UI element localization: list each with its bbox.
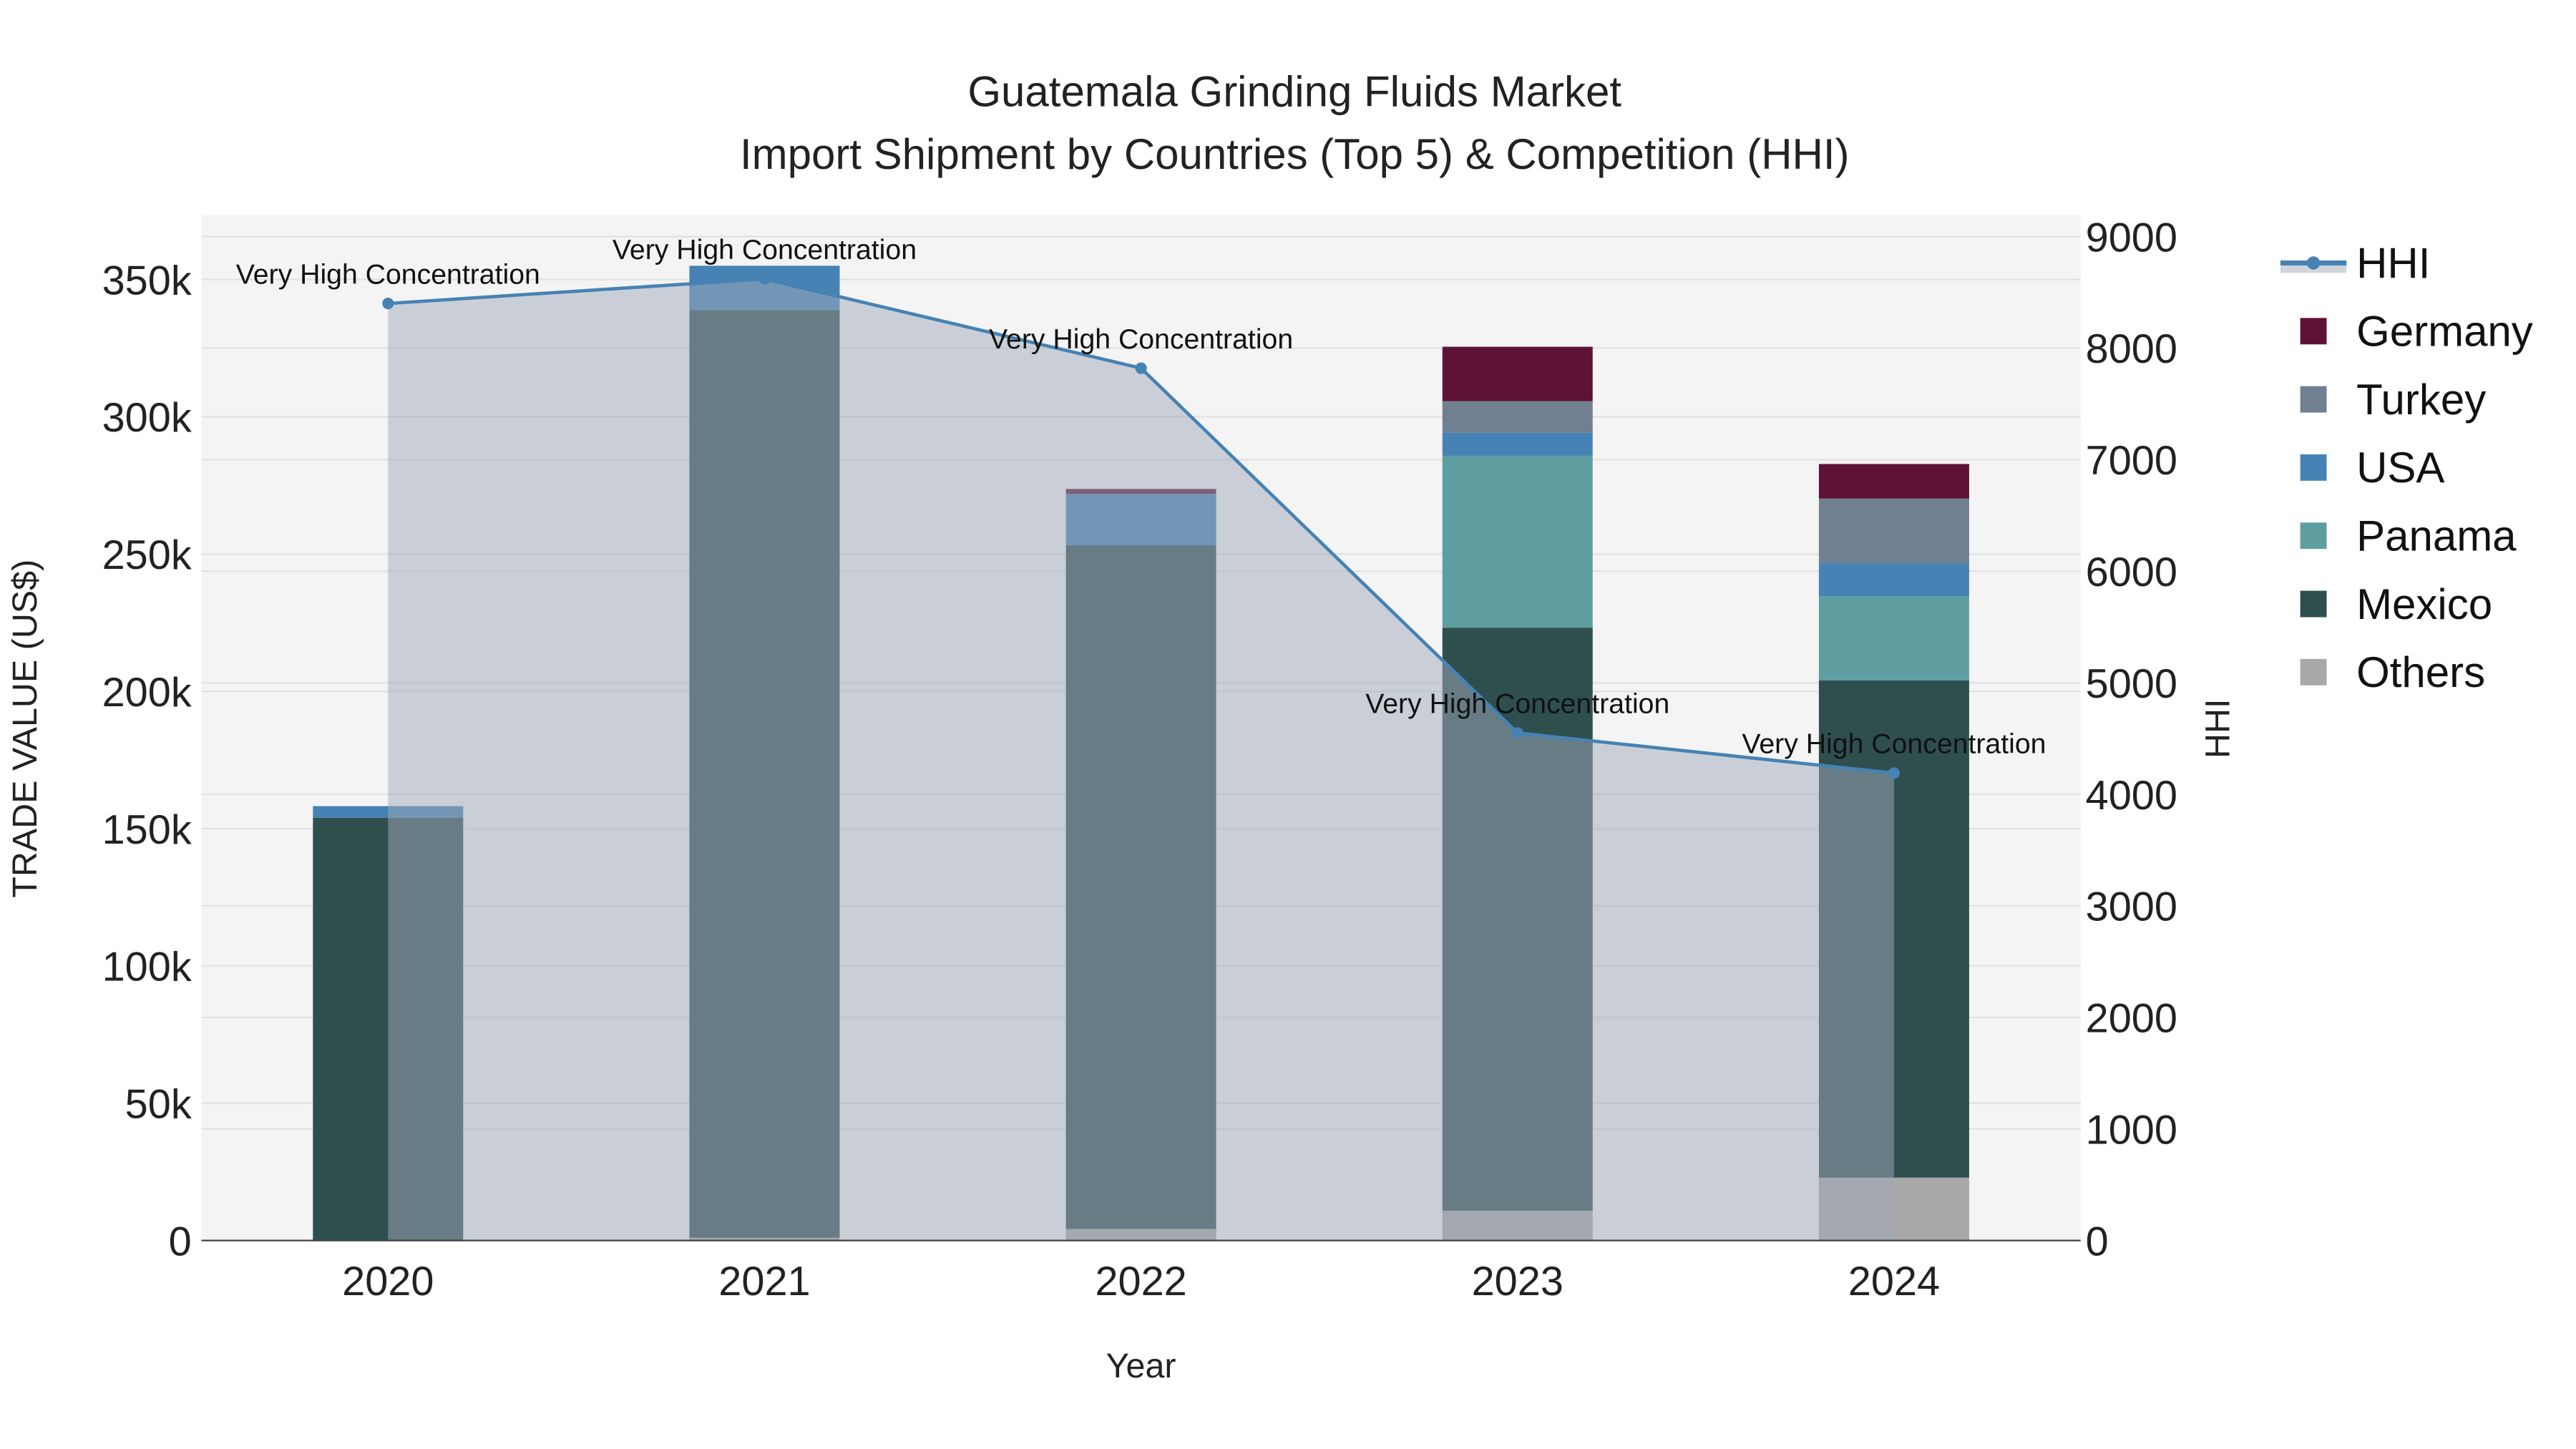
legend-swatch-usa bbox=[2300, 454, 2327, 481]
hhi-point-2022 bbox=[1135, 362, 1147, 374]
legend-label-usa: USA bbox=[2356, 444, 2444, 492]
y2-tick-label: 1000 bbox=[2086, 1108, 2177, 1153]
y2-tick-label: 2000 bbox=[2086, 996, 2177, 1042]
legend-label-mexico: Mexico bbox=[2356, 580, 2492, 628]
y-axis-label: TRADE VALUE (US$) bbox=[6, 560, 44, 898]
y-tick-label: 300k bbox=[102, 395, 192, 441]
chart-container: Very High Concentration Very High Concent… bbox=[0, 0, 2576, 1449]
x-axis-label: Year bbox=[1106, 1347, 1176, 1385]
bar-usa-2023 bbox=[1442, 432, 1593, 456]
y2-tick-label: 5000 bbox=[2086, 661, 2177, 707]
hhi-point-2024 bbox=[1888, 767, 1900, 779]
hhi-annotation: Very High Concentration bbox=[1742, 728, 2046, 760]
legend-swatch-turkey bbox=[2300, 386, 2327, 413]
y2-tick-label: 3000 bbox=[2086, 884, 2177, 930]
legend-label-others: Others bbox=[2356, 648, 2485, 696]
bar-turkey-2024 bbox=[1818, 498, 1969, 563]
bar-germany-2024 bbox=[1818, 464, 1969, 499]
x-tick-label: 2022 bbox=[1095, 1259, 1186, 1304]
y2-axis-label: HHI bbox=[2198, 699, 2237, 758]
hhi-point-2020 bbox=[382, 298, 394, 310]
y-tick-label: 200k bbox=[102, 670, 192, 716]
chart-svg: Very High Concentration Very High Concent… bbox=[0, 0, 2576, 1449]
x-tick-label: 2024 bbox=[1848, 1259, 1940, 1304]
legend-swatch-mexico bbox=[2300, 590, 2327, 618]
x-tick-label: 2023 bbox=[1472, 1259, 1563, 1304]
y2-tick-label: 0 bbox=[2086, 1219, 2109, 1264]
legend-label-turkey: Turkey bbox=[2356, 376, 2486, 424]
hhi-annotation: Very High Concentration bbox=[236, 258, 540, 290]
y-tick-label: 150k bbox=[102, 807, 192, 853]
bar-panama-2023 bbox=[1442, 455, 1593, 628]
legend-swatch-others bbox=[2300, 658, 2327, 686]
legend-label-hhi: HHI bbox=[2356, 239, 2430, 287]
chart-subtitle: Import Shipment by Countries (Top 5) & C… bbox=[740, 130, 1850, 178]
legend-swatch-germany bbox=[2300, 318, 2327, 345]
legend-label-germany: Germany bbox=[2356, 308, 2533, 356]
hhi-annotation: Very High Concentration bbox=[613, 234, 917, 265]
bar-panama-2024 bbox=[1818, 596, 1969, 680]
y-tick-label: 100k bbox=[102, 945, 192, 990]
bar-usa-2024 bbox=[1818, 562, 1969, 597]
legend-hhi-marker bbox=[2306, 256, 2321, 270]
legend-label-panama: Panama bbox=[2356, 512, 2517, 560]
y-tick-label: 50k bbox=[125, 1082, 192, 1128]
bar-germany-2023 bbox=[1442, 346, 1593, 401]
x-tick-label: 2021 bbox=[718, 1259, 810, 1304]
hhi-point-2021 bbox=[758, 273, 771, 285]
y2-tick-label: 8000 bbox=[2086, 326, 2177, 372]
x-tick-label: 2020 bbox=[342, 1259, 434, 1304]
hhi-annotation: Very High Concentration bbox=[1365, 688, 1669, 720]
bar-turkey-2023 bbox=[1442, 401, 1593, 433]
y2-tick-label: 4000 bbox=[2086, 773, 2177, 819]
y2-tick-label: 9000 bbox=[2086, 215, 2177, 260]
chart-title: Guatemala Grinding Fluids Market bbox=[967, 67, 1621, 115]
legend-swatch-panama bbox=[2300, 522, 2327, 550]
y-tick-label: 0 bbox=[169, 1219, 192, 1264]
hhi-point-2023 bbox=[1511, 727, 1523, 739]
hhi-annotation: Very High Concentration bbox=[989, 323, 1293, 355]
y2-tick-label: 6000 bbox=[2086, 550, 2177, 595]
y2-tick-label: 7000 bbox=[2086, 438, 2177, 484]
y-tick-label: 350k bbox=[102, 258, 192, 303]
y-tick-label: 250k bbox=[102, 532, 192, 578]
